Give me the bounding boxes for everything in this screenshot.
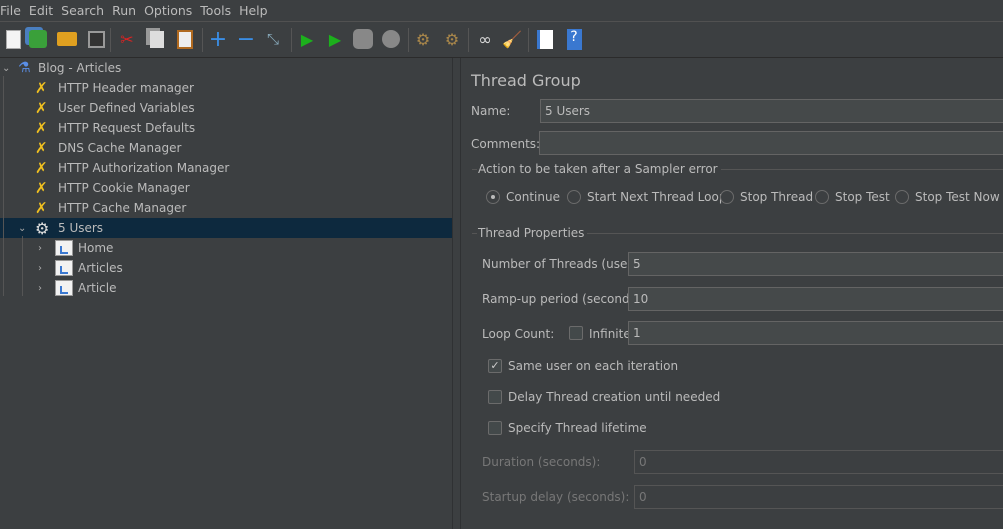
clear-icon[interactable]: ⚙ [412, 28, 434, 50]
loop-count-label: Loop Count: [482, 327, 555, 341]
templates-icon[interactable] [27, 28, 49, 50]
collapse-icon[interactable]: − [235, 27, 257, 52]
thread-lifetime-checkbox[interactable] [488, 421, 502, 435]
delay-thread-checkbox[interactable] [488, 390, 502, 404]
loop-count-input[interactable]: 1 [628, 321, 1003, 345]
tree-item-controller[interactable]: › Home [0, 238, 452, 258]
same-user-label[interactable]: Same user on each iteration [508, 359, 678, 373]
name-label: Name: [471, 104, 511, 118]
controller-icon [55, 260, 73, 276]
radio-continue[interactable] [486, 190, 500, 204]
controller-icon [55, 240, 73, 256]
toolbar: ✂ + − ⤡ ▶ ▶ ⚙ ⚙ ∞ 🧹 ? [0, 22, 1003, 58]
threads-label: Number of Threads (users): [482, 257, 648, 271]
radio-start-next-thread-loop[interactable] [567, 190, 581, 204]
start-icon[interactable]: ▶ [296, 28, 318, 50]
tree-item-thread-group[interactable]: ⌄ ⚙ 5 Users [0, 218, 452, 238]
chevron-right-icon[interactable]: › [38, 263, 42, 274]
startup-delay-label: Startup delay (seconds): [482, 490, 630, 504]
copy-icon[interactable] [146, 28, 168, 50]
function-helper-icon[interactable] [534, 28, 556, 50]
menu-help[interactable]: Help [239, 0, 272, 21]
same-user-checkbox[interactable]: ✓ [488, 359, 502, 373]
duration-input[interactable]: 0 [634, 450, 1003, 474]
menu-run[interactable]: Run [112, 0, 140, 21]
tree-item-config[interactable]: ✗ HTTP Header manager [0, 78, 452, 98]
new-icon[interactable] [2, 28, 24, 50]
delay-thread-label[interactable]: Delay Thread creation until needed [508, 390, 720, 404]
thread-properties-section-title: Thread Properties [477, 226, 588, 240]
tree-item-config[interactable]: ✗ HTTP Authorization Manager [0, 158, 452, 178]
menu-options[interactable]: Options [144, 0, 196, 21]
tree-item-config[interactable]: ✗ HTTP Cache Manager [0, 198, 452, 218]
tree-item-controller[interactable]: › Article [0, 278, 452, 298]
tree-item-config[interactable]: ✗ DNS Cache Manager [0, 138, 452, 158]
rampup-label: Ramp-up period (seconds): [482, 292, 645, 306]
reset-search-icon[interactable]: 🧹 [501, 28, 523, 50]
name-input[interactable]: 5 Users [540, 99, 1003, 123]
tree-item-config[interactable]: ✗ User Defined Variables [0, 98, 452, 118]
gear-icon: ⚙ [35, 218, 50, 238]
panel-title: Thread Group [471, 71, 581, 90]
radio-stop-test-label[interactable]: Stop Test [835, 190, 890, 204]
tree-item-controller[interactable]: › Articles [0, 258, 452, 278]
startup-delay-input[interactable]: 0 [634, 485, 1003, 509]
comments-label: Comments: [471, 137, 541, 151]
wrench-icon: ✗ [35, 199, 48, 217]
cut-icon[interactable]: ✂ [116, 28, 138, 50]
wrench-icon: ✗ [35, 99, 48, 117]
rampup-input[interactable]: 10 [628, 287, 1003, 311]
sampler-error-section-title: Action to be taken after a Sampler error [477, 162, 721, 176]
radio-start-next-label[interactable]: Start Next Thread Loop [587, 190, 726, 204]
tree-item-config[interactable]: ✗ HTTP Cookie Manager [0, 178, 452, 198]
chevron-right-icon[interactable]: › [38, 283, 42, 294]
menu-edit[interactable]: Edit [29, 0, 57, 21]
wrench-icon: ✗ [35, 159, 48, 177]
save-icon[interactable] [85, 28, 107, 50]
radio-stop-test-now-label[interactable]: Stop Test Now [915, 190, 1000, 204]
duration-label: Duration (seconds): [482, 455, 601, 469]
wrench-icon: ✗ [35, 79, 48, 97]
menu-search[interactable]: Search [61, 0, 108, 21]
wrench-icon: ✗ [35, 179, 48, 197]
tree-item-test-plan[interactable]: ⌄ ⚗ Blog - Articles [0, 58, 452, 78]
split-pane-divider[interactable] [452, 58, 461, 529]
wrench-icon: ✗ [35, 139, 48, 157]
controller-icon [55, 280, 73, 296]
start-no-pauses-icon[interactable]: ▶ [324, 28, 346, 50]
stop-icon[interactable] [352, 28, 374, 50]
chevron-right-icon[interactable]: › [38, 243, 42, 254]
paste-icon[interactable] [174, 28, 196, 50]
radio-stop-test[interactable] [815, 190, 829, 204]
threads-input[interactable]: 5 [628, 252, 1003, 276]
menu-file[interactable]: File [0, 0, 25, 21]
infinite-checkbox[interactable] [569, 326, 583, 340]
help-icon[interactable]: ? [563, 28, 585, 50]
radio-stop-test-now[interactable] [895, 190, 909, 204]
radio-stop-thread[interactable] [720, 190, 734, 204]
comments-input[interactable] [539, 131, 1003, 155]
radio-continue-label[interactable]: Continue [506, 190, 560, 204]
infinite-label[interactable]: Infinite [589, 327, 631, 341]
thread-lifetime-label[interactable]: Specify Thread lifetime [508, 421, 647, 435]
clear-all-icon[interactable]: ⚙ [441, 28, 463, 50]
search-icon[interactable]: ∞ [474, 28, 496, 50]
open-icon[interactable] [56, 28, 78, 50]
flask-icon: ⚗ [18, 60, 31, 76]
menu-tools[interactable]: Tools [200, 0, 235, 21]
tree-item-config[interactable]: ✗ HTTP Request Defaults [0, 118, 452, 138]
test-plan-tree: ⌄ ⚗ Blog - Articles ✗ HTTP Header manager… [0, 58, 452, 529]
expand-icon[interactable]: + [207, 27, 229, 52]
menu-bar: File Edit Search Run Options Tools Help [0, 0, 1003, 22]
shutdown-icon[interactable] [380, 28, 402, 50]
radio-stop-thread-label[interactable]: Stop Thread [740, 190, 813, 204]
toggle-icon[interactable]: ⤡ [262, 28, 284, 50]
wrench-icon: ✗ [35, 119, 48, 137]
